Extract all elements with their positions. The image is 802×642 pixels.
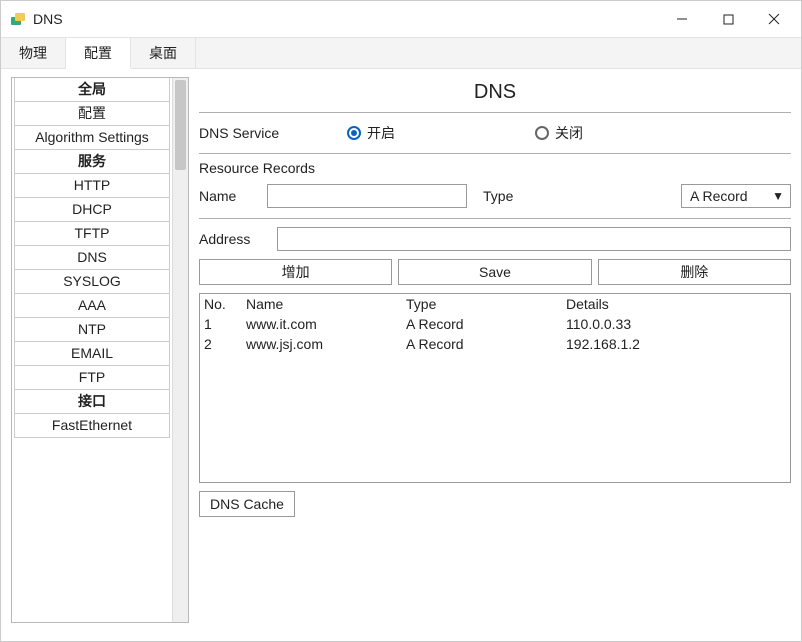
sidebar-item-config[interactable]: 配置 bbox=[14, 101, 170, 126]
sidebar-item-global[interactable]: 全局 bbox=[14, 78, 170, 102]
sidebar: 全局 配置 Algorithm Settings 服务 HTTP DHCP TF… bbox=[11, 77, 189, 623]
sidebar-item-ntp[interactable]: NTP bbox=[14, 317, 170, 342]
body: 全局 配置 Algorithm Settings 服务 HTTP DHCP TF… bbox=[1, 69, 801, 641]
tab-config[interactable]: 配置 bbox=[66, 38, 131, 69]
titlebar: DNS bbox=[1, 1, 801, 37]
address-label: Address bbox=[199, 231, 269, 247]
radio-on-label: 开启 bbox=[367, 123, 395, 143]
table-row[interactable]: 2 www.jsj.com A Record 192.168.1.2 bbox=[200, 334, 790, 354]
sidebar-item-services[interactable]: 服务 bbox=[14, 149, 170, 174]
delete-button[interactable]: 删除 bbox=[598, 259, 791, 285]
sidebar-item-algorithm[interactable]: Algorithm Settings bbox=[14, 125, 170, 150]
records-table: No. Name Type Details 1 www.it.com A Rec… bbox=[199, 293, 791, 483]
radio-off[interactable]: 关闭 bbox=[535, 123, 715, 143]
type-label: Type bbox=[483, 188, 533, 204]
type-select[interactable]: A Record ▼ bbox=[681, 184, 791, 208]
sidebar-item-aaa[interactable]: AAA bbox=[14, 293, 170, 318]
sidebar-item-interfaces[interactable]: 接口 bbox=[14, 389, 170, 414]
sidebar-item-tftp[interactable]: TFTP bbox=[14, 221, 170, 246]
type-value: A Record bbox=[690, 188, 748, 204]
radio-off-icon bbox=[535, 126, 549, 140]
radio-on[interactable]: 开启 bbox=[347, 123, 527, 143]
col-details: Details bbox=[566, 296, 786, 312]
service-label: DNS Service bbox=[199, 125, 339, 141]
save-button[interactable]: Save bbox=[398, 259, 591, 285]
tab-desktop[interactable]: 桌面 bbox=[131, 38, 196, 68]
chevron-down-icon: ▼ bbox=[772, 189, 784, 203]
sidebar-item-http[interactable]: HTTP bbox=[14, 173, 170, 198]
window-title: DNS bbox=[33, 11, 63, 27]
rr-section-label: Resource Records bbox=[199, 154, 791, 180]
sidebar-item-fastethernet[interactable]: FastEthernet bbox=[14, 413, 170, 438]
sidebar-item-email[interactable]: EMAIL bbox=[14, 341, 170, 366]
page-title: DNS bbox=[199, 77, 791, 112]
sidebar-item-dhcp[interactable]: DHCP bbox=[14, 197, 170, 222]
tab-physical[interactable]: 物理 bbox=[1, 38, 66, 68]
sidebar-item-dns[interactable]: DNS bbox=[14, 245, 170, 270]
name-label: Name bbox=[199, 188, 259, 204]
sidebar-item-ftp[interactable]: FTP bbox=[14, 365, 170, 390]
sidebar-item-syslog[interactable]: SYSLOG bbox=[14, 269, 170, 294]
main-panel: DNS DNS Service 开启 关闭 Resource Records N… bbox=[199, 77, 791, 623]
minimize-button[interactable] bbox=[659, 3, 705, 35]
app-window: DNS 物理 配置 桌面 全局 配置 Algorithm Settings 服务… bbox=[0, 0, 802, 642]
col-no: No. bbox=[204, 296, 246, 312]
radio-on-icon bbox=[347, 126, 361, 140]
app-icon bbox=[9, 10, 27, 28]
table-row[interactable]: 1 www.it.com A Record 110.0.0.33 bbox=[200, 314, 790, 334]
maximize-button[interactable] bbox=[705, 3, 751, 35]
col-type: Type bbox=[406, 296, 566, 312]
col-name: Name bbox=[246, 296, 406, 312]
dns-cache-button[interactable]: DNS Cache bbox=[199, 491, 295, 517]
close-button[interactable] bbox=[751, 3, 797, 35]
add-button[interactable]: 增加 bbox=[199, 259, 392, 285]
sidebar-scrollbar[interactable] bbox=[172, 78, 188, 622]
radio-off-label: 关闭 bbox=[555, 123, 583, 143]
name-input[interactable] bbox=[267, 184, 467, 208]
tab-bar: 物理 配置 桌面 bbox=[1, 37, 801, 69]
address-input[interactable] bbox=[277, 227, 791, 251]
